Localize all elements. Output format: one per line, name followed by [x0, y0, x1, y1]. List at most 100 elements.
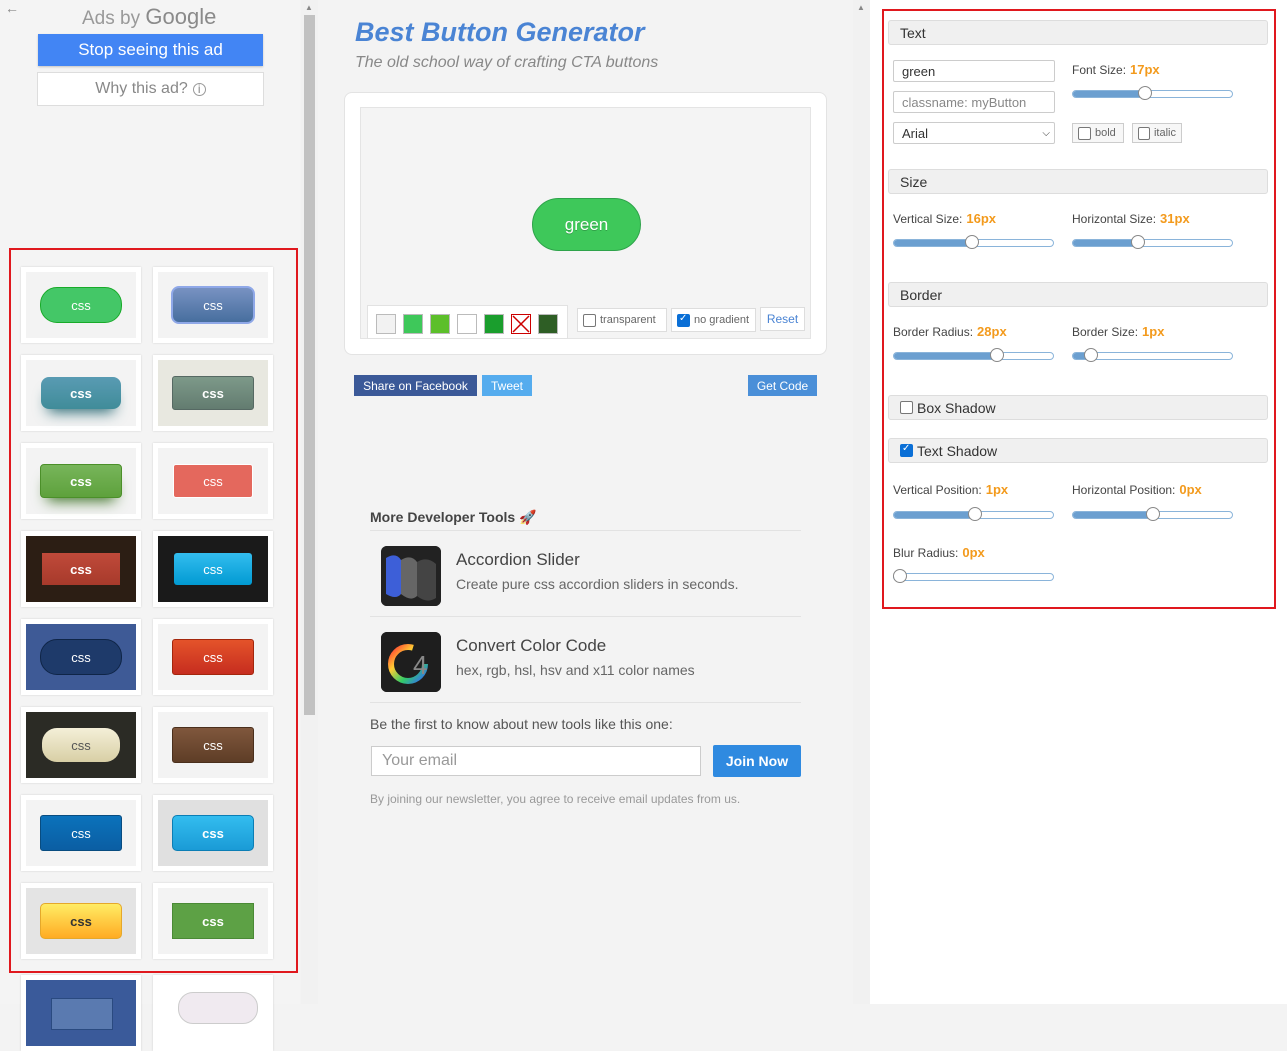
- chevron-down-icon: ⌵: [1042, 127, 1050, 139]
- gallery-button-preview: css: [40, 903, 122, 939]
- horizontal-size-value: 31px: [1160, 211, 1190, 226]
- no-gradient-checkbox[interactable]: no gradient: [671, 308, 756, 332]
- gallery-tile[interactable]: [153, 975, 273, 1051]
- font-size-slider[interactable]: [1072, 86, 1233, 100]
- vertical-size-label: Vertical Size: 16px: [893, 211, 996, 226]
- gallery-tile[interactable]: css: [21, 531, 141, 607]
- text-shadow-section-header[interactable]: Text Shadow: [888, 438, 1268, 463]
- share-facebook-button[interactable]: Share on Facebook: [354, 375, 477, 396]
- color-swatch[interactable]: [430, 314, 450, 334]
- gallery-button-preview: css: [40, 464, 122, 498]
- vertical-size-slider[interactable]: [893, 235, 1054, 249]
- join-now-button[interactable]: Join Now: [713, 745, 801, 777]
- newsletter-note: By joining our newsletter, you agree to …: [370, 792, 741, 806]
- gallery-tile[interactable]: css: [153, 267, 273, 343]
- box-shadow-section-header[interactable]: Box Shadow: [888, 395, 1268, 420]
- gallery-tile[interactable]: css: [153, 619, 273, 695]
- border-radius-slider[interactable]: [893, 348, 1054, 362]
- gallery-tile[interactable]: css: [21, 619, 141, 695]
- gallery-tile[interactable]: css: [21, 707, 141, 783]
- slider-handle[interactable]: [990, 348, 1004, 362]
- left-scrollbar[interactable]: ▲: [301, 0, 318, 1004]
- italic-toggle[interactable]: italic: [1132, 123, 1182, 143]
- gallery-tile[interactable]: css: [21, 795, 141, 871]
- slider-fill: [894, 240, 970, 246]
- color-swatch[interactable]: [457, 314, 477, 334]
- tool-description: Create pure css accordion sliders in sec…: [456, 576, 739, 592]
- slider-handle[interactable]: [965, 235, 979, 249]
- gallery-tile[interactable]: css: [21, 355, 141, 431]
- gallery-tile[interactable]: css: [21, 883, 141, 959]
- vertical-size-label-text: Vertical Size:: [893, 212, 963, 226]
- gallery-button-preview: css: [172, 815, 254, 851]
- accordion-slider-icon[interactable]: [381, 546, 441, 606]
- checkbox-checked-icon[interactable]: [900, 443, 913, 457]
- horizontal-position-slider[interactable]: [1072, 507, 1233, 521]
- border-size-slider[interactable]: [1072, 348, 1233, 362]
- slider-handle[interactable]: [1146, 507, 1160, 521]
- border-radius-value: 28px: [977, 324, 1007, 339]
- gallery-tile[interactable]: css: [153, 707, 273, 783]
- scrollbar-thumb[interactable]: [304, 15, 315, 715]
- page-title: Best Button Generator: [355, 17, 645, 47]
- stop-seeing-ad-button[interactable]: Stop seeing this ad: [38, 34, 263, 66]
- size-section-header[interactable]: Size: [888, 169, 1268, 194]
- why-this-ad-button[interactable]: Why this ad? i: [37, 72, 264, 106]
- transparent-checkbox[interactable]: transparent: [577, 308, 667, 332]
- tool-name[interactable]: Accordion Slider: [456, 550, 580, 570]
- tweet-button[interactable]: Tweet: [482, 375, 532, 396]
- color-swatch[interactable]: [538, 314, 558, 334]
- email-input[interactable]: Your email: [371, 746, 701, 776]
- box-shadow-label: Box Shadow: [917, 399, 996, 416]
- blur-radius-slider[interactable]: [893, 569, 1054, 583]
- classname-input[interactable]: classname: myButton: [893, 91, 1055, 113]
- gallery-button-preview: css: [172, 727, 254, 763]
- preview-button[interactable]: green: [532, 198, 641, 251]
- border-section-header[interactable]: Border: [888, 282, 1268, 307]
- vertical-position-label: Vertical Position: 1px: [893, 482, 1008, 497]
- slider-handle[interactable]: [968, 507, 982, 521]
- button-text-input[interactable]: green: [893, 60, 1055, 82]
- color-swatch[interactable]: [484, 314, 504, 334]
- bold-toggle[interactable]: bold: [1072, 123, 1124, 143]
- main-scrollbar[interactable]: ▲: [853, 0, 870, 1004]
- gallery-tile[interactable]: css: [153, 883, 273, 959]
- gallery-tile[interactable]: css: [21, 267, 141, 343]
- border-size-label-text: Border Size:: [1072, 325, 1139, 339]
- gallery-tile[interactable]: css: [21, 443, 141, 519]
- more-tools-heading-text: More Developer Tools: [370, 509, 516, 525]
- gallery-button-preview: css: [171, 286, 255, 324]
- rocket-icon: 🚀: [519, 509, 537, 525]
- horizontal-size-slider[interactable]: [1072, 235, 1233, 249]
- color-swatch[interactable]: [376, 314, 396, 334]
- gallery-tile[interactable]: css: [153, 531, 273, 607]
- gallery-tile[interactable]: css: [153, 443, 273, 519]
- reset-button[interactable]: Reset: [760, 307, 805, 331]
- gallery-tile[interactable]: css: [153, 795, 273, 871]
- get-code-button[interactable]: Get Code: [748, 375, 817, 396]
- checkbox-icon: [1078, 126, 1091, 140]
- checkbox-icon[interactable]: [900, 401, 913, 414]
- vertical-position-slider[interactable]: [893, 507, 1054, 521]
- font-select[interactable]: Arial ⌵: [893, 122, 1055, 144]
- text-section-header[interactable]: Text: [888, 20, 1268, 45]
- gallery-button-preview: css: [42, 553, 120, 585]
- color-swatches: [367, 305, 568, 339]
- slider-fill: [1073, 91, 1143, 97]
- convert-color-code-icon[interactable]: 4: [381, 632, 441, 692]
- font-size-label-text: Font Size:: [1072, 63, 1127, 77]
- color-swatch[interactable]: [403, 314, 423, 334]
- gallery-tile[interactable]: css: [153, 355, 273, 431]
- gallery-button-preview: css: [172, 376, 254, 410]
- slider-fill: [1073, 512, 1151, 518]
- gallery-tile[interactable]: [21, 975, 141, 1051]
- gallery-button-preview: css: [173, 464, 253, 498]
- no-color-swatch-icon[interactable]: [511, 314, 531, 334]
- back-arrow-icon[interactable]: ←: [5, 0, 19, 16]
- slider-handle[interactable]: [893, 569, 907, 583]
- slider-handle[interactable]: [1084, 348, 1098, 362]
- divider: [370, 702, 801, 703]
- slider-handle[interactable]: [1138, 86, 1152, 100]
- slider-handle[interactable]: [1131, 235, 1145, 249]
- tool-name[interactable]: Convert Color Code: [456, 636, 606, 656]
